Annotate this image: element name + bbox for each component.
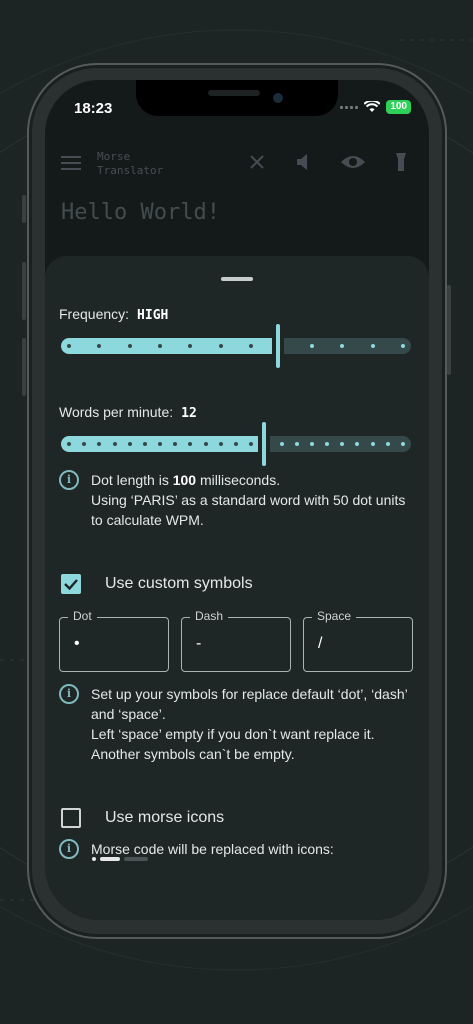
morse-icons-row[interactable]: Use morse icons <box>61 808 224 828</box>
preview-space-icon <box>124 857 148 861</box>
preview-dot-icon <box>92 857 96 861</box>
morse-icons-checkbox[interactable] <box>61 808 81 828</box>
wifi-icon <box>364 101 381 112</box>
power-button <box>447 285 451 375</box>
slider-inactive-track <box>284 338 411 354</box>
speaker-icon[interactable] <box>295 152 317 172</box>
slider-step-dot <box>401 344 405 348</box>
app-bar: Morse Translator <box>45 140 429 192</box>
slider-thumb[interactable] <box>276 324 280 368</box>
custom-symbols-checkbox[interactable] <box>61 574 81 594</box>
morse-icons-label: Use morse icons <box>105 809 225 826</box>
space-field-value: / <box>318 635 323 652</box>
slider-step-dot <box>279 442 284 446</box>
phone-screen: 18:23 100 Morse Translator Hello World! <box>45 80 429 920</box>
dash-field-value: - <box>196 635 202 652</box>
space-symbol-field[interactable]: Space / <box>303 609 413 672</box>
menu-icon[interactable] <box>61 154 81 172</box>
battery-indicator: 100 <box>386 100 411 114</box>
info-icon: i <box>59 684 79 704</box>
slider-step-dot <box>294 442 299 446</box>
slider-step-dot <box>127 344 132 348</box>
slider-step-dot <box>309 344 314 348</box>
status-icons: 100 <box>340 100 411 114</box>
sheet-drag-handle[interactable] <box>221 277 253 281</box>
dot-length-value: 100 <box>172 472 197 488</box>
dot-field-value: • <box>74 635 80 652</box>
slider-step-dot <box>203 442 208 446</box>
settings-bottom-sheet: Frequency: HIGH Words per minute: 12 i Dot… <box>45 256 429 920</box>
slider-active-track <box>61 338 272 354</box>
camera <box>273 93 283 103</box>
volume-up-button <box>22 262 26 320</box>
slider-step-dot <box>370 442 375 446</box>
wpm-slider[interactable] <box>61 422 411 466</box>
status-time: 18:23 <box>74 100 113 117</box>
dash-field-label: Dash <box>190 609 229 623</box>
slider-step-dot <box>370 344 375 348</box>
dot-length-info: i Dot length is 100 milliseconds. Using … <box>59 470 405 530</box>
frequency-slider[interactable] <box>61 324 411 368</box>
flashlight-icon[interactable] <box>395 152 407 172</box>
slider-step-dot <box>401 442 405 446</box>
slider-thumb[interactable] <box>262 422 266 466</box>
app-title: Morse Translator <box>97 150 164 177</box>
space-field-label: Space <box>312 609 357 623</box>
custom-symbols-label: Use custom symbols <box>105 575 253 592</box>
speaker <box>208 90 260 96</box>
wpm-label: Words per minute: 12 <box>59 404 197 421</box>
check-icon <box>64 579 78 591</box>
frequency-label: Frequency: HIGH <box>59 306 169 323</box>
slider-step-dot <box>309 442 314 446</box>
morse-icons-preview <box>92 857 148 861</box>
info-icon: i <box>59 470 79 490</box>
dot-field-label: Dot <box>68 609 97 623</box>
slider-step-dot <box>67 442 71 446</box>
wpm-value: 12 <box>181 406 197 421</box>
slider-step-dot <box>385 442 390 446</box>
preview-dash-icon <box>100 857 120 861</box>
slider-step-dot <box>234 442 238 446</box>
frequency-value: HIGH <box>137 308 169 323</box>
custom-symbols-info: i Set up your symbols for replace defaul… <box>59 684 408 764</box>
morse-icons-info: i Morse code will be replaced with icons… <box>59 839 334 859</box>
mute-switch <box>22 195 26 223</box>
volume-down-button <box>22 338 26 396</box>
close-icon[interactable] <box>250 155 264 169</box>
slider-step-dot <box>127 442 132 446</box>
slider-step-dot <box>112 442 117 446</box>
slider-step-dot <box>142 442 147 446</box>
slider-step-dot <box>67 344 71 348</box>
slider-step-dot <box>218 442 223 446</box>
dash-symbol-field[interactable]: Dash - <box>181 609 291 672</box>
signal-icon <box>340 105 359 109</box>
dot-symbol-field[interactable]: Dot • <box>59 609 169 672</box>
morse-input-text[interactable]: Hello World! <box>61 200 220 225</box>
info-icon: i <box>59 839 79 859</box>
slider-step-dot <box>218 344 223 348</box>
notch <box>136 80 338 116</box>
custom-symbols-row[interactable]: Use custom symbols <box>61 574 253 594</box>
eye-icon[interactable] <box>340 153 366 171</box>
